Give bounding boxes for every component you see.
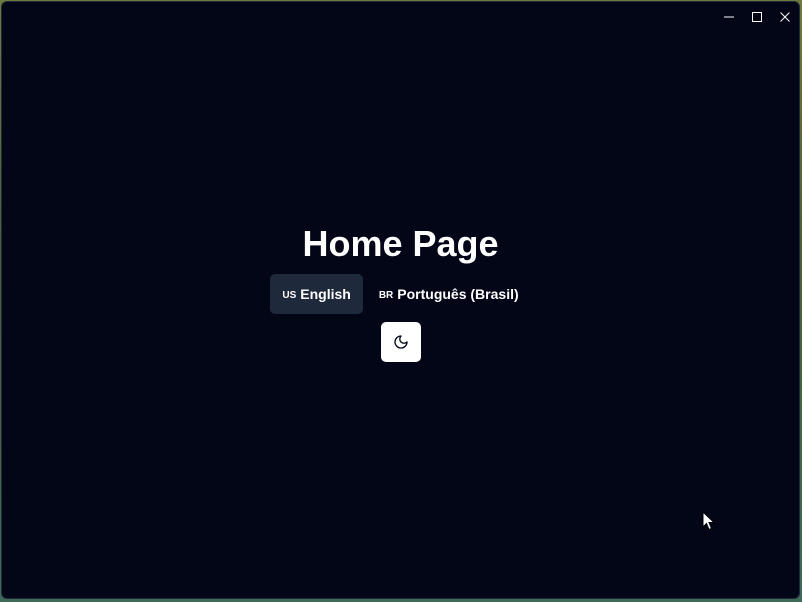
language-option-english[interactable]: US English xyxy=(270,274,363,314)
theme-toggle-button[interactable] xyxy=(380,322,421,362)
app-window: Home Page US English BR Português (Brasi… xyxy=(1,1,800,599)
language-code: BR xyxy=(378,289,394,301)
mouse-cursor-icon xyxy=(702,511,716,531)
language-label: Português (Brasil) xyxy=(397,286,519,302)
main-content: Home Page US English BR Português (Brasi… xyxy=(2,2,799,598)
page-title: Home Page xyxy=(302,223,499,264)
moon-icon xyxy=(393,335,408,349)
language-label: English xyxy=(300,286,351,302)
language-option-portuguese[interactable]: BR Português (Brasil) xyxy=(367,274,531,314)
language-code: US xyxy=(282,289,297,301)
language-switcher: US English BR Português (Brasil) xyxy=(270,274,530,314)
